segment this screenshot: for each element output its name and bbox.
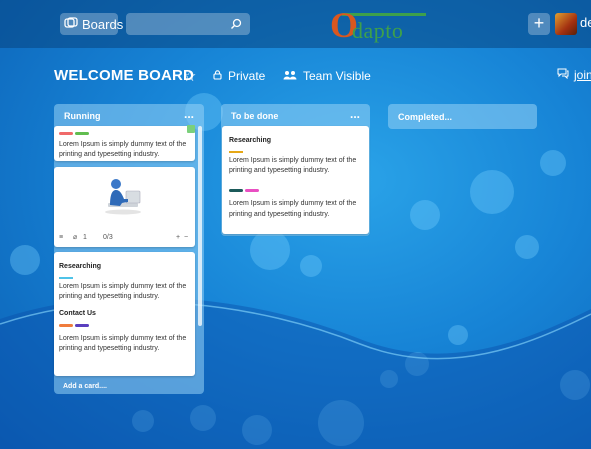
edit-icon[interactable] [187, 125, 195, 133]
bokeh-light [380, 370, 398, 388]
label-green [75, 132, 89, 135]
list-card[interactable]: Researching Lorem Ipsum is simply dummy … [222, 126, 369, 234]
join-link[interactable]: join [557, 68, 591, 82]
list-running: Running ... Lorem Ipsum is simply dummy … [54, 104, 204, 394]
list-card[interactable]: ≡ ⌀ 1 0/3 + − [54, 167, 195, 247]
team-icon [283, 69, 297, 83]
card-labels [229, 186, 362, 197]
label-orange [59, 324, 73, 327]
plus-button[interactable]: + [176, 233, 180, 244]
list-menu-icon[interactable]: ... [350, 107, 360, 121]
label-pink [245, 188, 259, 192]
team-visible-label: Team Visible [303, 69, 371, 83]
avatar[interactable] [555, 13, 577, 35]
card-title: Researching [229, 137, 272, 144]
bokeh-light [540, 150, 566, 176]
scrollbar[interactable] [198, 126, 202, 326]
board-title[interactable]: WELCOME BOARD [54, 67, 194, 84]
join-label: join [574, 68, 591, 82]
star-icon[interactable]: ☆ [183, 67, 196, 85]
boards-icon [64, 16, 78, 32]
username[interactable]: de [580, 15, 591, 30]
label-yellow [229, 150, 243, 153]
card-text: Lorem Ipsum is simply dummy text of the … [59, 140, 187, 159]
card-text: Lorem Ipsum is simply dummy text of the … [229, 156, 357, 175]
bokeh-light [190, 405, 216, 431]
card-badges: ≡ ⌀ 1 0/3 + − [59, 233, 190, 243]
top-bar: Boards O dapto + de [0, 0, 591, 48]
card-text: Lorem Ipsum is simply dummy text of the … [229, 200, 357, 218]
add-button[interactable]: + [528, 13, 550, 35]
bokeh-light [515, 235, 539, 259]
card-text: Lorem Ipsum is simply dummy text of the … [59, 282, 187, 301]
bokeh-light [448, 325, 468, 345]
chat-icon [557, 68, 569, 82]
attachment-count: 1 [83, 234, 87, 241]
search-icon[interactable] [230, 17, 242, 35]
label-red [59, 132, 73, 135]
list-menu-icon[interactable]: ... [184, 107, 194, 121]
list-completed[interactable]: Completed... [388, 104, 537, 129]
card-image [102, 175, 144, 215]
card-text: Lorem Ipsum is simply dummy text of the … [59, 334, 187, 353]
label-darkteal [229, 188, 243, 192]
label-purple [75, 324, 89, 327]
card-labels [59, 321, 190, 332]
bokeh-light [410, 200, 440, 230]
team-visible-button[interactable]: Team Visible [283, 69, 371, 83]
card-title: Researching [59, 263, 102, 270]
list-title[interactable]: Running [64, 111, 101, 121]
description-icon: ≡ [59, 234, 64, 241]
privacy-button[interactable]: Private [213, 69, 265, 83]
checklist-count: 0/3 [103, 234, 113, 241]
list-card[interactable]: Lorem Ipsum is simply dummy text of the … [54, 126, 195, 161]
bokeh-light [318, 400, 364, 446]
bokeh-light [250, 230, 290, 270]
bokeh-light [560, 370, 590, 400]
list-card[interactable]: Researching Lorem Ipsum is simply dummy … [54, 252, 195, 376]
boards-button[interactable]: Boards [60, 13, 123, 35]
bokeh-light [10, 245, 40, 275]
list-to-be-done: To be done ... Researching Lorem Ipsum i… [221, 104, 370, 236]
card-title: Contact Us [59, 309, 96, 317]
label-cyan [59, 276, 73, 279]
add-card-button[interactable]: Add a card.... [63, 383, 107, 390]
boards-label: Boards [82, 16, 124, 32]
attachment-icon: ⌀ [73, 234, 78, 241]
privacy-label: Private [228, 69, 266, 83]
list-title[interactable]: To be done [231, 111, 278, 121]
bokeh-light [300, 255, 322, 277]
bokeh-light [242, 415, 272, 445]
bokeh-light [405, 352, 429, 376]
bokeh-light [132, 410, 154, 432]
logo-text: dapto [352, 18, 404, 43]
lock-icon [213, 69, 222, 83]
bokeh-light [470, 170, 514, 214]
search-input[interactable] [126, 13, 250, 35]
list-title[interactable]: Completed... [398, 112, 452, 122]
minus-button[interactable]: − [184, 233, 188, 244]
